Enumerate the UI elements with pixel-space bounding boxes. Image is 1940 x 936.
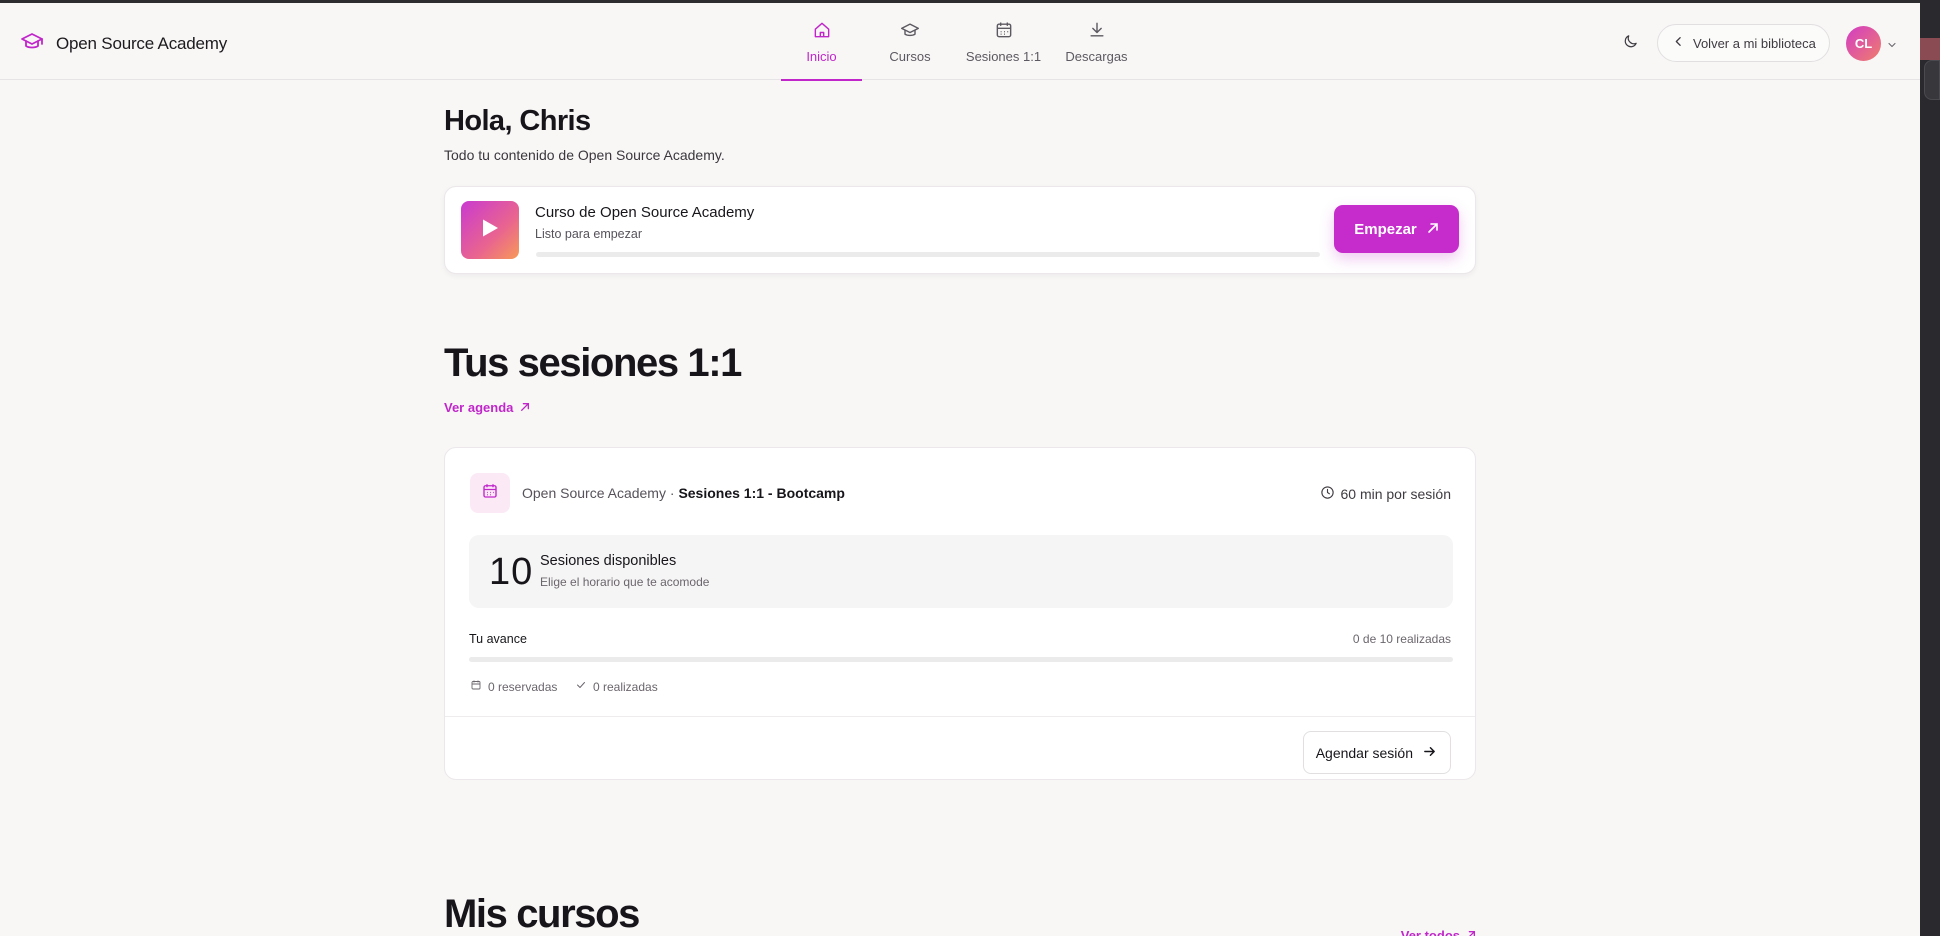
- available-sessions-hint: Elige el horario que te acomode: [540, 575, 710, 589]
- completed-sessions-label: 0 realizadas: [593, 679, 658, 694]
- see-all-courses-link[interactable]: Ver todos: [1401, 928, 1476, 936]
- view-agenda-label: Ver agenda: [444, 400, 514, 415]
- nav-item-descargas[interactable]: Descargas: [1049, 3, 1144, 80]
- start-course-label: Empezar: [1354, 220, 1417, 238]
- courses-section-title: Mis cursos: [444, 892, 640, 936]
- check-icon: [575, 679, 587, 694]
- back-to-library-button[interactable]: Volver a mi biblioteca: [1657, 24, 1830, 62]
- view-agenda-link[interactable]: Ver agenda: [444, 400, 530, 415]
- calendar-icon: [994, 20, 1014, 43]
- session-duration-label: 60 min por sesión: [1340, 486, 1451, 502]
- session-duration: 60 min por sesión: [1320, 485, 1451, 503]
- session-program: Sesiones 1:1 - Bootcamp: [678, 485, 845, 501]
- graduation-cap-icon: [900, 20, 920, 43]
- available-sessions-panel: 10 Sesiones disponibles Elige el horario…: [469, 535, 1453, 608]
- start-course-button[interactable]: Empezar: [1334, 205, 1459, 253]
- top-header: Open Source Academy Inicio Cursos Sesion…: [0, 3, 1920, 81]
- course-status: Listo para empezar: [535, 227, 643, 241]
- nav-label-sesiones: Sesiones 1:1: [965, 48, 1042, 64]
- session-progress-label: Tu avance: [469, 632, 527, 646]
- sessions-section-title: Tus sesiones 1:1: [444, 341, 742, 385]
- chevron-left-icon: [1672, 35, 1685, 51]
- play-icon: [481, 218, 499, 243]
- completed-sessions: 0 realizadas: [575, 679, 658, 694]
- side-panel-thumb: [1920, 38, 1940, 60]
- schedule-session-label: Agendar sesión: [1315, 744, 1413, 761]
- download-icon: [1087, 20, 1107, 43]
- arrow-up-right-icon: [1427, 221, 1439, 238]
- page-subtitle: Todo tu contenido de Open Source Academy…: [444, 147, 725, 163]
- brand[interactable]: Open Source Academy: [20, 29, 227, 58]
- available-sessions-label: Sesiones disponibles: [540, 553, 677, 569]
- chevron-down-icon[interactable]: [1886, 38, 1898, 50]
- featured-course-card[interactable]: Curso de Open Source Academy Listo para …: [444, 186, 1476, 274]
- nav-label-inicio: Inicio: [806, 48, 837, 64]
- nav-item-inicio[interactable]: Inicio: [781, 3, 862, 81]
- session-organization: Open Source Academy: [522, 485, 666, 501]
- nav-item-cursos[interactable]: Cursos: [862, 3, 958, 80]
- reserved-sessions: 0 reservadas: [470, 679, 557, 694]
- session-progress-bar: [469, 657, 1453, 662]
- session-progress-count: 0 de 10 realizadas: [1352, 632, 1451, 646]
- arrow-right-icon: [1423, 745, 1436, 761]
- course-progress-bar: [536, 252, 1320, 257]
- reserved-sessions-label: 0 reservadas: [488, 679, 558, 694]
- card-divider: [445, 716, 1475, 717]
- session-provider: Open Source Academy · Sesiones 1:1 - Boo…: [522, 485, 845, 501]
- available-sessions-count: 10: [489, 551, 534, 593]
- calendar-icon: [470, 679, 482, 694]
- side-panel-tab[interactable]: [1924, 60, 1940, 100]
- calendar-icon: [481, 482, 499, 505]
- session-package-card: Open Source Academy · Sesiones 1:1 - Boo…: [444, 447, 1476, 780]
- session-calendar-badge: [470, 473, 510, 513]
- graduation-cap-icon: [20, 29, 44, 58]
- nav-label-cursos: Cursos: [889, 48, 931, 64]
- arrow-up-right-icon: [520, 400, 530, 415]
- page-title: Hola, Chris: [444, 105, 591, 137]
- brand-name: Open Source Academy: [56, 33, 228, 53]
- main-nav: Inicio Cursos Sesiones 1:1 Descargas: [781, 3, 1144, 81]
- home-icon: [812, 20, 832, 43]
- avatar[interactable]: CL: [1846, 26, 1881, 61]
- right-side-panel: [1920, 0, 1940, 936]
- session-separator: ·: [665, 485, 679, 501]
- course-title: Curso de Open Source Academy: [535, 204, 755, 221]
- arrow-up-right-icon: [1466, 928, 1476, 936]
- schedule-session-button[interactable]: Agendar sesión: [1302, 731, 1451, 774]
- moon-icon: [1622, 33, 1639, 55]
- see-all-courses-label: Ver todos: [1400, 928, 1460, 936]
- clock-icon: [1320, 485, 1335, 503]
- course-thumbnail[interactable]: [461, 201, 519, 259]
- back-to-library-label: Volver a mi biblioteca: [1693, 35, 1816, 51]
- nav-item-sesiones[interactable]: Sesiones 1:1: [958, 3, 1049, 80]
- nav-label-descargas: Descargas: [1065, 48, 1128, 64]
- theme-toggle-button[interactable]: [1617, 31, 1643, 57]
